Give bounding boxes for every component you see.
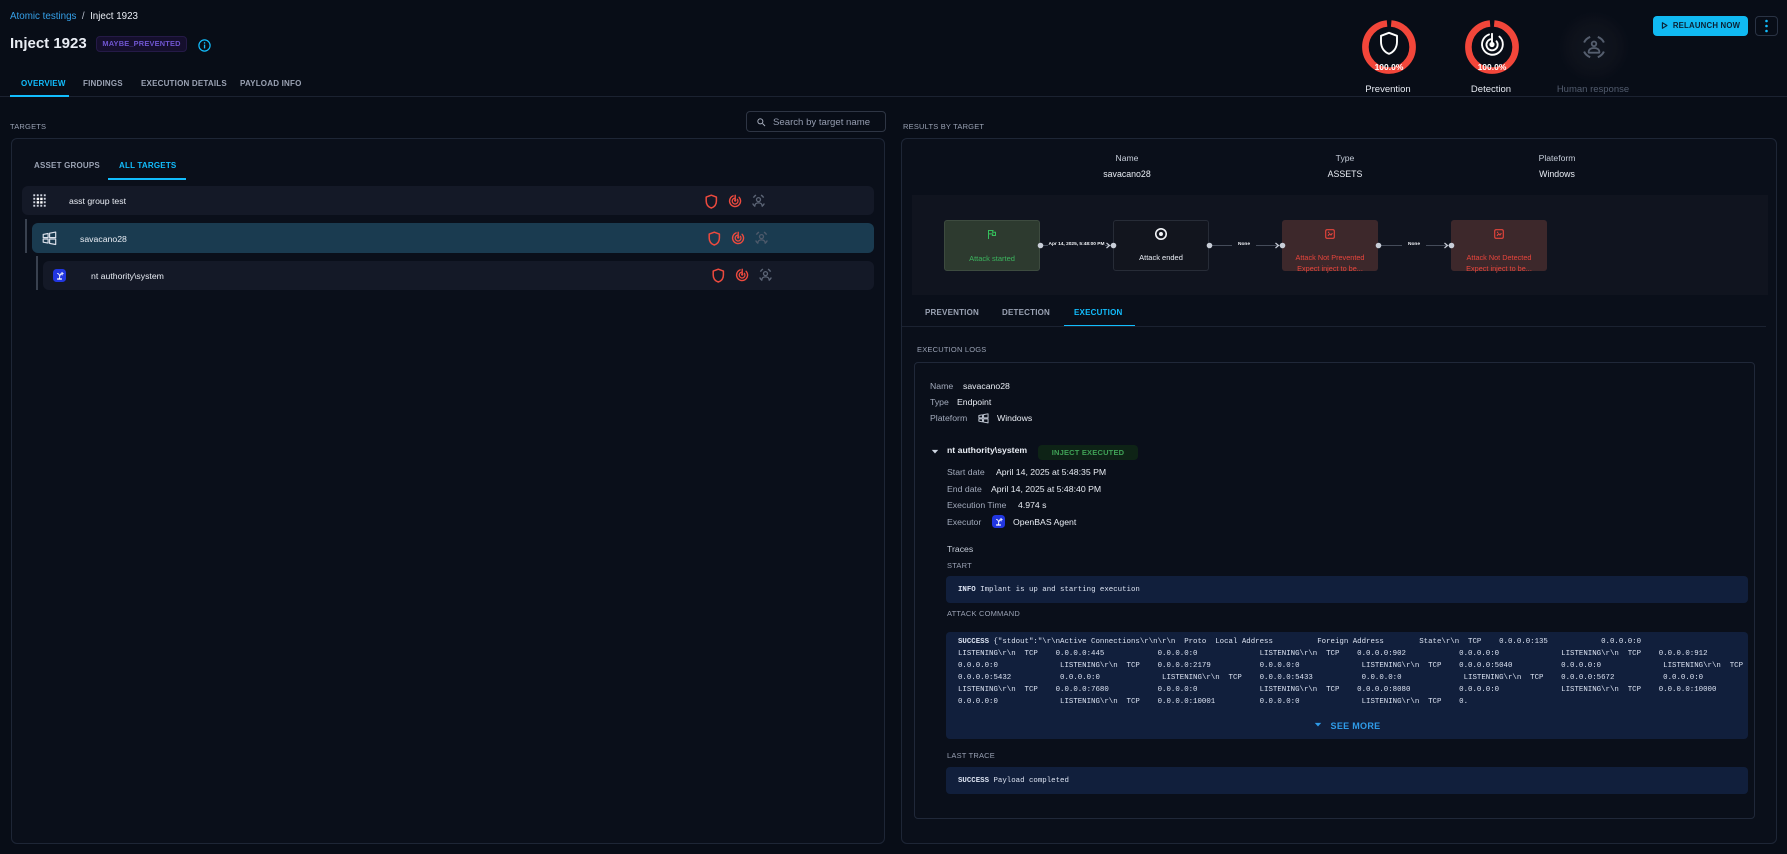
svg-text:100.0%: 100.0%: [1375, 62, 1404, 72]
svg-text:100.0%: 100.0%: [1478, 62, 1507, 72]
